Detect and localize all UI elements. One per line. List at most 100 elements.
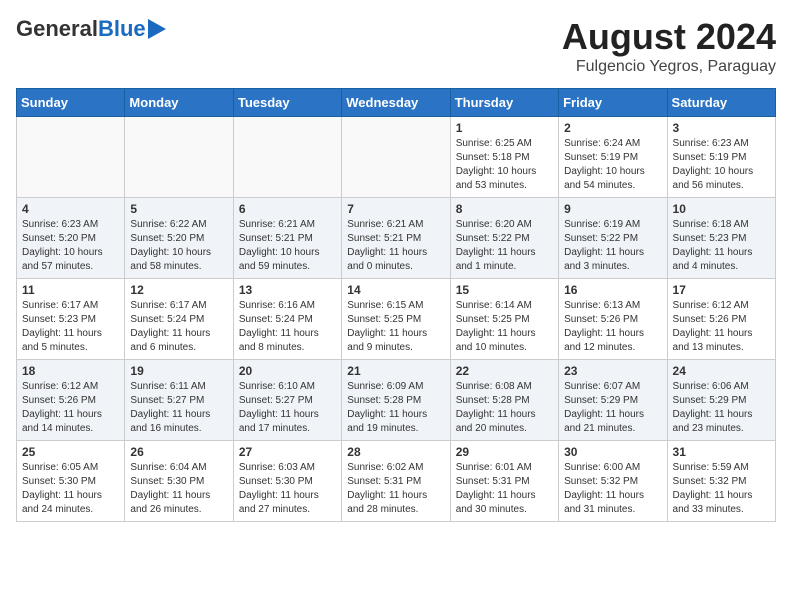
day-info: Sunrise: 6:09 AM Sunset: 5:28 PM Dayligh… — [347, 380, 444, 436]
day-info: Sunrise: 6:01 AM Sunset: 5:31 PM Dayligh… — [456, 461, 553, 517]
day-number: 16 — [564, 283, 661, 297]
calendar-cell: 17Sunrise: 6:12 AM Sunset: 5:26 PM Dayli… — [667, 279, 775, 360]
day-info: Sunrise: 6:05 AM Sunset: 5:30 PM Dayligh… — [22, 461, 119, 517]
day-number: 25 — [22, 445, 119, 459]
calendar-week-4: 18Sunrise: 6:12 AM Sunset: 5:26 PM Dayli… — [17, 360, 776, 441]
day-number: 10 — [673, 202, 770, 216]
calendar-cell: 7Sunrise: 6:21 AM Sunset: 5:21 PM Daylig… — [342, 198, 450, 279]
calendar-cell: 19 Sunrise: 6:11 AM Sunset: 5:27 PM Dayli… — [125, 360, 233, 441]
day-info: Sunrise: 6:03 AM Sunset: 5:30 PM Dayligh… — [239, 461, 336, 517]
calendar-week-5: 25 Sunrise: 6:05 AM Sunset: 5:30 PM Dayli… — [17, 441, 776, 522]
day-info: Sunrise: 6:23 AM Sunset: 5:19 PM Dayligh… — [673, 137, 770, 193]
calendar-cell: 12Sunrise: 6:17 AM Sunset: 5:24 PM Dayli… — [125, 279, 233, 360]
calendar-cell — [17, 117, 125, 198]
weekday-header-tuesday: Tuesday — [233, 89, 341, 117]
day-info: Sunrise: 6:15 AM Sunset: 5:25 PM Dayligh… — [347, 299, 444, 355]
day-info: Sunrise: 6:08 AM Sunset: 5:28 PM Dayligh… — [456, 380, 553, 436]
day-number: 13 — [239, 283, 336, 297]
calendar-cell: 25 Sunrise: 6:05 AM Sunset: 5:30 PM Dayli… — [17, 441, 125, 522]
day-info: Sunrise: 6:14 AM Sunset: 5:25 PM Dayligh… — [456, 299, 553, 355]
day-info: Sunrise: 6:23 AM Sunset: 5:20 PM Dayligh… — [22, 218, 119, 274]
day-number: 19 — [130, 364, 227, 378]
calendar-cell: 5Sunrise: 6:22 AM Sunset: 5:20 PM Daylig… — [125, 198, 233, 279]
page-subtitle: Fulgencio Yegros, Paraguay — [562, 58, 776, 76]
day-number: 30 — [564, 445, 661, 459]
title-block: August 2024 Fulgencio Yegros, Paraguay — [562, 16, 776, 76]
calendar-cell: 11Sunrise: 6:17 AM Sunset: 5:23 PM Dayli… — [17, 279, 125, 360]
day-number: 8 — [456, 202, 553, 216]
day-number: 29 — [456, 445, 553, 459]
day-number: 28 — [347, 445, 444, 459]
weekday-header-wednesday: Wednesday — [342, 89, 450, 117]
day-info: Sunrise: 6:19 AM Sunset: 5:22 PM Dayligh… — [564, 218, 661, 274]
calendar-cell — [125, 117, 233, 198]
day-info: Sunrise: 6:11 AM Sunset: 5:27 PM Dayligh… — [130, 380, 227, 436]
weekday-header-monday: Monday — [125, 89, 233, 117]
day-number: 6 — [239, 202, 336, 216]
calendar-cell: 18Sunrise: 6:12 AM Sunset: 5:26 PM Dayli… — [17, 360, 125, 441]
day-number: 26 — [130, 445, 227, 459]
day-info: Sunrise: 6:13 AM Sunset: 5:26 PM Dayligh… — [564, 299, 661, 355]
day-info: Sunrise: 6:22 AM Sunset: 5:20 PM Dayligh… — [130, 218, 227, 274]
day-number: 22 — [456, 364, 553, 378]
logo-arrow-icon — [148, 19, 166, 39]
day-number: 21 — [347, 364, 444, 378]
calendar-cell: 20 Sunrise: 6:10 AM Sunset: 5:27 PM Dayli… — [233, 360, 341, 441]
calendar-cell — [233, 117, 341, 198]
calendar-cell: 27 Sunrise: 6:03 AM Sunset: 5:30 PM Dayli… — [233, 441, 341, 522]
day-info: Sunrise: 6:00 AM Sunset: 5:32 PM Dayligh… — [564, 461, 661, 517]
day-info: Sunrise: 6:21 AM Sunset: 5:21 PM Dayligh… — [239, 218, 336, 274]
day-number: 3 — [673, 121, 770, 135]
day-info: Sunrise: 6:21 AM Sunset: 5:21 PM Dayligh… — [347, 218, 444, 274]
day-info: Sunrise: 6:16 AM Sunset: 5:24 PM Dayligh… — [239, 299, 336, 355]
calendar-cell: 8 Sunrise: 6:20 AM Sunset: 5:22 PM Daylig… — [450, 198, 558, 279]
day-number: 24 — [673, 364, 770, 378]
logo-general: General — [16, 16, 98, 42]
day-number: 20 — [239, 364, 336, 378]
day-number: 9 — [564, 202, 661, 216]
weekday-header-friday: Friday — [559, 89, 667, 117]
calendar-cell: 10 Sunrise: 6:18 AM Sunset: 5:23 PM Dayli… — [667, 198, 775, 279]
day-number: 4 — [22, 202, 119, 216]
calendar-cell: 9 Sunrise: 6:19 AM Sunset: 5:22 PM Daylig… — [559, 198, 667, 279]
calendar-cell: 15 Sunrise: 6:14 AM Sunset: 5:25 PM Dayli… — [450, 279, 558, 360]
calendar-cell: 21 Sunrise: 6:09 AM Sunset: 5:28 PM Dayli… — [342, 360, 450, 441]
day-number: 27 — [239, 445, 336, 459]
day-info: Sunrise: 6:18 AM Sunset: 5:23 PM Dayligh… — [673, 218, 770, 274]
calendar-cell: 1Sunrise: 6:25 AM Sunset: 5:18 PM Daylig… — [450, 117, 558, 198]
day-info: Sunrise: 6:10 AM Sunset: 5:27 PM Dayligh… — [239, 380, 336, 436]
calendar-cell: 4 Sunrise: 6:23 AM Sunset: 5:20 PM Daylig… — [17, 198, 125, 279]
page-header: GeneralBlue August 2024 Fulgencio Yegros… — [16, 16, 776, 76]
calendar-cell: 14 Sunrise: 6:15 AM Sunset: 5:25 PM Dayli… — [342, 279, 450, 360]
day-number: 14 — [347, 283, 444, 297]
day-number: 15 — [456, 283, 553, 297]
logo-text: GeneralBlue — [16, 16, 166, 42]
calendar-cell: 16 Sunrise: 6:13 AM Sunset: 5:26 PM Dayli… — [559, 279, 667, 360]
weekday-header-sunday: Sunday — [17, 89, 125, 117]
weekday-header-saturday: Saturday — [667, 89, 775, 117]
day-info: Sunrise: 6:06 AM Sunset: 5:29 PM Dayligh… — [673, 380, 770, 436]
day-info: Sunrise: 6:07 AM Sunset: 5:29 PM Dayligh… — [564, 380, 661, 436]
calendar-cell: 30 Sunrise: 6:00 AM Sunset: 5:32 PM Dayli… — [559, 441, 667, 522]
day-number: 11 — [22, 283, 119, 297]
day-number: 31 — [673, 445, 770, 459]
day-info: Sunrise: 6:20 AM Sunset: 5:22 PM Dayligh… — [456, 218, 553, 274]
calendar-week-1: 1Sunrise: 6:25 AM Sunset: 5:18 PM Daylig… — [17, 117, 776, 198]
calendar-table: SundayMondayTuesdayWednesdayThursdayFrid… — [16, 88, 776, 522]
logo-blue: Blue — [98, 16, 146, 42]
day-number: 2 — [564, 121, 661, 135]
day-number: 12 — [130, 283, 227, 297]
day-number: 17 — [673, 283, 770, 297]
calendar-cell: 13 Sunrise: 6:16 AM Sunset: 5:24 PM Dayli… — [233, 279, 341, 360]
day-info: Sunrise: 6:25 AM Sunset: 5:18 PM Dayligh… — [456, 137, 553, 193]
calendar-cell: 3 Sunrise: 6:23 AM Sunset: 5:19 PM Daylig… — [667, 117, 775, 198]
calendar-week-3: 11Sunrise: 6:17 AM Sunset: 5:23 PM Dayli… — [17, 279, 776, 360]
day-number: 18 — [22, 364, 119, 378]
calendar-cell: 28Sunrise: 6:02 AM Sunset: 5:31 PM Dayli… — [342, 441, 450, 522]
day-info: Sunrise: 6:04 AM Sunset: 5:30 PM Dayligh… — [130, 461, 227, 517]
calendar-week-2: 4 Sunrise: 6:23 AM Sunset: 5:20 PM Daylig… — [17, 198, 776, 279]
logo: GeneralBlue — [16, 16, 166, 42]
calendar-cell: 23Sunrise: 6:07 AM Sunset: 5:29 PM Dayli… — [559, 360, 667, 441]
calendar-cell — [342, 117, 450, 198]
calendar-cell: 26 Sunrise: 6:04 AM Sunset: 5:30 PM Dayli… — [125, 441, 233, 522]
